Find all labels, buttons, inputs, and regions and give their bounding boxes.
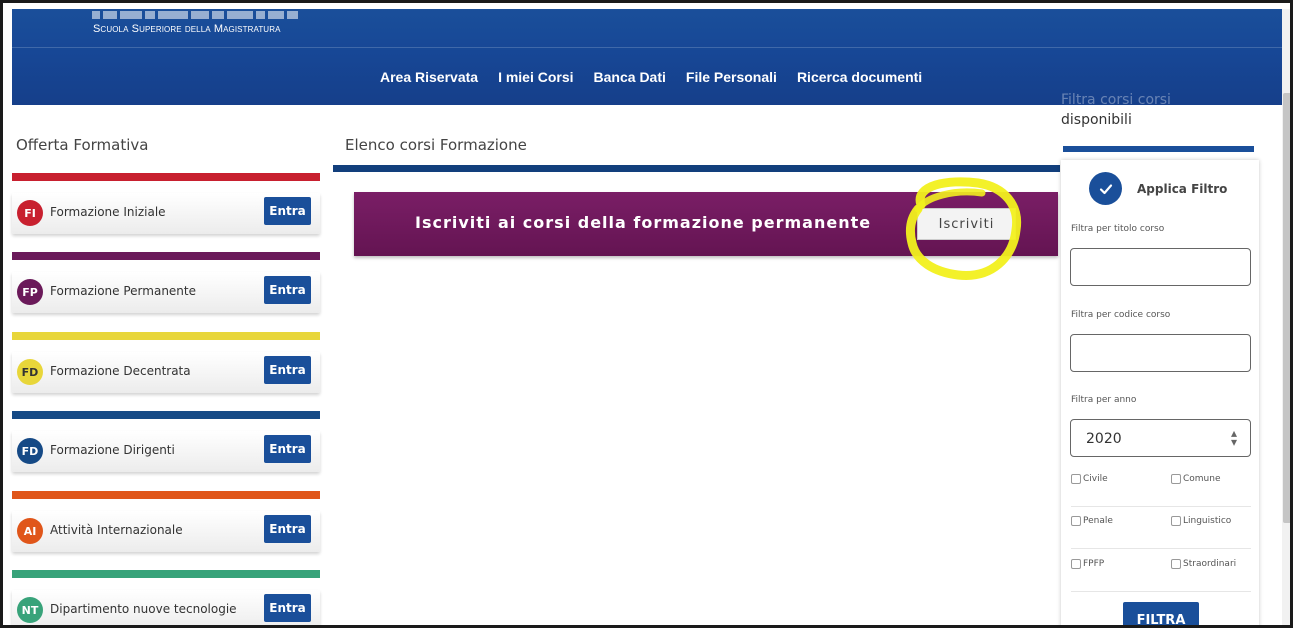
screenshot-frame: Scuola Superiore della Magistratura Area…	[0, 0, 1293, 628]
header-divider	[12, 47, 1282, 48]
checkbox-label: Civile	[1083, 474, 1108, 484]
offer-label: Attività Internazionale	[50, 523, 183, 537]
checkbox-box[interactable]	[1071, 474, 1081, 484]
offer-formazione-permanente: FP Formazione Permanente Entra	[12, 252, 320, 313]
offer-color-bar	[12, 173, 320, 181]
offer-row: NT Dipartimento nuove tecnologie Entra	[12, 590, 320, 625]
checkbox-row: Penale Linguistico	[1071, 512, 1251, 549]
scrollbar-thumb[interactable]	[1283, 93, 1290, 523]
page-scrollbar[interactable]	[1282, 9, 1290, 625]
checkbox-civile[interactable]: Civile	[1071, 474, 1108, 484]
year-filter-label: Filtra per anno	[1071, 395, 1137, 405]
entra-button[interactable]: Entra	[264, 515, 311, 543]
sidebar-title: Offerta Formativa	[16, 136, 149, 154]
filter-heading: Filtra corsi corsi disponibili	[1061, 90, 1261, 130]
offer-color-bar	[12, 332, 320, 340]
offer-color-bar	[12, 491, 320, 499]
year-select-value: 2020	[1086, 431, 1122, 447]
nav-area-riservata[interactable]: Area Riservata	[380, 69, 478, 85]
title-filter-input[interactable]	[1070, 248, 1251, 286]
logo-emblem	[92, 11, 302, 21]
offer-label: Dipartimento nuove tecnologie	[50, 602, 237, 616]
nav-ricerca-documenti[interactable]: Ricerca documenti	[797, 69, 922, 85]
badge-fp: FP	[17, 279, 43, 305]
checkbox-label: Linguistico	[1183, 516, 1232, 526]
checkbox-label: Straordinari	[1183, 559, 1237, 569]
filter-heading-ghost: Filtra corsi corsi	[1061, 92, 1171, 108]
offer-nuove-tecnologie: NT Dipartimento nuove tecnologie Entra	[12, 570, 320, 625]
badge-ai: AI	[17, 518, 43, 544]
filter-rule	[1063, 146, 1254, 152]
checkbox-comune[interactable]: Comune	[1171, 474, 1221, 484]
nav-file-personali[interactable]: File Personali	[686, 69, 777, 85]
checkbox-fpfp[interactable]: FPFP	[1071, 559, 1104, 569]
code-filter-input[interactable]	[1070, 334, 1251, 372]
checkbox-box[interactable]	[1071, 559, 1081, 569]
offer-row: FI Formazione Iniziale Entra	[12, 193, 320, 234]
main-nav: Area Riservata I miei Corsi Banca Dati F…	[380, 69, 922, 85]
offer-row: FP Formazione Permanente Entra	[12, 272, 320, 313]
checkbox-box[interactable]	[1171, 516, 1181, 526]
title-filter-label: Filtra per titolo corso	[1071, 224, 1165, 234]
checkbox-penale[interactable]: Penale	[1071, 516, 1113, 526]
entra-button[interactable]: Entra	[264, 356, 311, 384]
school-name: Scuola Superiore della Magistratura	[93, 23, 281, 35]
apply-filter-check-icon[interactable]	[1089, 172, 1122, 205]
entra-button[interactable]: Entra	[264, 276, 311, 304]
offer-attivita-internazionale: AI Attività Internazionale Entra	[12, 491, 320, 552]
offer-color-bar	[12, 411, 320, 419]
offer-formazione-iniziale: FI Formazione Iniziale Entra	[12, 173, 320, 234]
offer-row: AI Attività Internazionale Entra	[12, 511, 320, 552]
offer-formazione-dirigenti: FD Formazione Dirigenti Entra	[12, 411, 320, 472]
offer-label: Formazione Dirigenti	[50, 443, 175, 457]
badge-fi: FI	[17, 200, 43, 226]
offer-label: Formazione Decentrata	[50, 364, 191, 378]
offer-label: Formazione Permanente	[50, 284, 196, 298]
iscriviti-button[interactable]: Iscriviti	[917, 208, 1016, 240]
year-select[interactable]: 2020 ▴ ▾	[1070, 419, 1251, 457]
badge-fd: FD	[17, 359, 43, 385]
filtra-button[interactable]: FILTRA	[1123, 602, 1199, 625]
enrollment-banner: Iscriviti ai corsi della formazione perm…	[354, 192, 1058, 256]
checkbox-box[interactable]	[1171, 559, 1181, 569]
title-rule	[333, 165, 1060, 172]
filter-panel: Applica Filtro Filtra per titolo corso F…	[1061, 160, 1259, 625]
entra-button[interactable]: Entra	[264, 594, 311, 622]
checkbox-row: FPFP Straordinari	[1071, 555, 1251, 592]
offer-color-bar	[12, 570, 320, 578]
checkbox-straordinari[interactable]: Straordinari	[1171, 559, 1236, 569]
filter-heading-title: disponibili	[1061, 112, 1132, 128]
offer-color-bar	[12, 252, 320, 260]
checkbox-label: Penale	[1083, 516, 1113, 526]
offer-row: FD Formazione Decentrata Entra	[12, 352, 320, 393]
offer-row: FD Formazione Dirigenti Entra	[12, 431, 320, 472]
checkbox-row: Civile Comune	[1071, 470, 1251, 507]
checkbox-label: FPFP	[1083, 559, 1105, 569]
checkbox-label: Comune	[1183, 474, 1221, 484]
banner-text: Iscriviti ai corsi della formazione perm…	[415, 213, 872, 232]
checkbox-box[interactable]	[1171, 474, 1181, 484]
nav-miei-corsi[interactable]: I miei Corsi	[498, 69, 573, 85]
code-filter-label: Filtra per codice corso	[1071, 310, 1171, 320]
select-arrows-icon: ▴ ▾	[1230, 426, 1237, 449]
nav-banca-dati[interactable]: Banca Dati	[594, 69, 666, 85]
offer-label: Formazione Iniziale	[50, 205, 166, 219]
apply-filter-label[interactable]: Applica Filtro	[1137, 182, 1227, 196]
entra-button[interactable]: Entra	[264, 197, 311, 225]
checkbox-linguistico[interactable]: Linguistico	[1171, 516, 1231, 526]
offer-formazione-decentrata: FD Formazione Decentrata Entra	[12, 332, 320, 393]
badge-fd: FD	[17, 438, 43, 464]
checkbox-box[interactable]	[1071, 516, 1081, 526]
entra-button[interactable]: Entra	[264, 435, 311, 463]
badge-nt: NT	[17, 597, 43, 623]
page-title: Elenco corsi Formazione	[345, 136, 527, 154]
